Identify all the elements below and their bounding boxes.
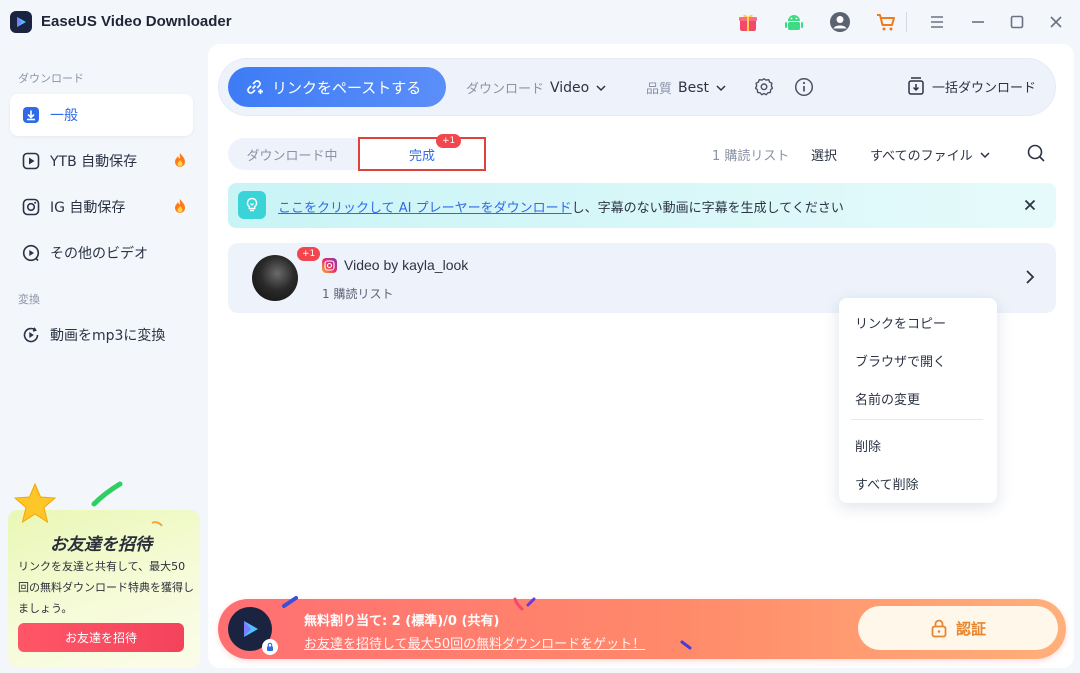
tab-completed[interactable]: 完成 [358,137,486,171]
info-icon[interactable] [792,75,816,99]
main-panel: リンクをペーストする ダウンロード Video 品質 Best 一括ダウンロード… [208,44,1074,668]
menu-item-delete-all[interactable]: すべて削除 [855,474,919,493]
batch-download-button[interactable]: 一括ダウンロード [906,76,1036,96]
lock-icon [262,639,278,655]
item-count-badge: +1 [297,247,321,261]
sidebar-item-label: その他のビデオ [50,246,148,262]
confetti-icon [282,596,298,608]
quota-bar: 無料割り当て: 2 (標準)/0 (共有) お友達を招待して最大50回の無料ダウ… [218,596,1066,659]
sidebar: ダウンロード 一般 YTB 自動保存 IG 自動保存 その他のビデオ 変換 動画… [0,44,208,673]
quality-label: 品質 [646,82,673,97]
download-icon [22,106,40,124]
menu-divider [851,419,983,420]
chevron-right-icon[interactable] [1024,269,1036,285]
quality-value: Best [678,79,710,96]
sidebar-item-other-videos[interactable]: その他のビデオ [10,232,193,274]
chevron-down-icon [716,84,726,91]
download-type-label: ダウンロード [466,82,545,97]
item-subtitle: 1 購読リスト [322,287,394,301]
instagram-icon [22,198,40,216]
title-separator [906,12,907,32]
banner-text-rest: し、字幕のない動画に字幕を生成してください [571,201,844,216]
invite-reward-link[interactable]: お友達を招待して最大50回の無料ダウンロードをゲット！ [304,633,645,652]
youtube-icon [22,152,40,170]
file-filter-dropdown[interactable]: すべてのファイル [870,145,991,164]
sidebar-section-download: ダウンロード [18,72,84,85]
confetti-icon [91,481,123,507]
invite-card: お友達を招待 リンクを友達と共有して、最大50回の無料ダウンロード特典を獲得しま… [8,481,200,668]
completed-count-badge: +1 [436,134,462,148]
confetti-icon [680,640,692,650]
sidebar-item-label: IG 自動保存 [50,200,126,216]
tab-downloading[interactable]: ダウンロード中 [228,138,356,170]
batch-download-icon [906,76,926,96]
fire-icon [173,198,187,218]
sidebar-item-ytb-autosave[interactable]: YTB 自動保存 [10,140,193,182]
link-add-icon [244,77,264,97]
gift-icon[interactable] [736,10,760,34]
app-logo-icon [10,11,32,33]
sidebar-section-convert: 変換 [18,293,40,306]
cart-icon[interactable] [874,10,898,34]
invite-title: お友達を招待 [50,535,152,555]
context-menu: リンクをコピー ブラウザで開く 名前の変更 削除 すべて削除 [839,298,997,503]
paste-link-label: リンクをペーストする [272,78,422,97]
settings-gear-icon[interactable] [752,75,776,99]
avatar [252,255,298,301]
quota-text: 無料割り当て: 2 (標準)/0 (共有) [304,614,500,629]
subscription-list-count: 1 購読リスト [712,149,790,164]
ai-player-banner: ここをクリックして AI プレーヤーをダウンロードし、字幕のない動画に字幕を生成… [228,183,1056,228]
star-icon [13,482,57,524]
batch-download-label: 一括ダウンロード [932,80,1037,96]
convert-icon [22,326,40,344]
confetti-icon [513,597,536,611]
confetti-icon [151,521,163,527]
app-title: EaseUS Video Downloader [41,13,232,30]
sidebar-item-general[interactable]: 一般 [10,94,193,136]
item-title: Video by kayla_look [344,257,469,273]
paste-link-button[interactable]: リンクをペーストする [228,67,446,107]
menu-item-rename[interactable]: 名前の変更 [855,389,920,408]
lock-icon [930,618,948,638]
banner-close-icon[interactable] [1022,197,1038,213]
instagram-icon [322,258,337,273]
account-icon[interactable] [828,10,852,34]
banner-text: ここをクリックして AI プレーヤーをダウンロードし、字幕のない動画に字幕を生成… [278,197,844,216]
sidebar-item-ig-autosave[interactable]: IG 自動保存 [10,186,193,228]
file-filter-label: すべてのファイル [870,149,973,164]
menu-icon[interactable] [925,10,949,34]
invite-text: リンクを友達と共有して、最大50回の無料ダウンロード特典を獲得しましょう。 [18,560,194,615]
minimize-icon[interactable] [966,10,990,34]
sidebar-item-label: YTB 自動保存 [50,154,138,170]
menu-item-delete[interactable]: 削除 [855,436,881,455]
sidebar-item-label: 動画をmp3に変換 [50,328,166,344]
video-icon [22,244,40,262]
download-type-dropdown[interactable]: ダウンロード Video [466,78,607,97]
select-button[interactable]: 選択 [811,145,837,164]
toolbar: リンクをペーストする ダウンロード Video 品質 Best 一括ダウンロード [218,58,1056,116]
chevron-down-icon [979,149,991,161]
invite-friends-button[interactable]: お友達を招待 [18,623,184,652]
fire-icon [173,152,187,172]
download-type-value: Video [550,79,590,96]
menu-item-open-browser[interactable]: ブラウザで開く [855,351,946,370]
search-icon[interactable] [1024,141,1048,165]
close-icon[interactable] [1044,10,1068,34]
verify-label: 認証 [955,619,986,638]
sidebar-item-label: 一般 [50,108,78,124]
android-icon[interactable] [782,10,806,34]
quality-dropdown[interactable]: 品質 Best [646,78,727,97]
sidebar-item-mp3-convert[interactable]: 動画をmp3に変換 [10,314,193,356]
ai-player-download-link[interactable]: ここをクリックして AI プレーヤーをダウンロード [278,201,572,216]
menu-item-copy-link[interactable]: リンクをコピー [855,313,946,332]
verify-button[interactable]: 認証 [858,606,1058,650]
maximize-icon[interactable] [1005,10,1029,34]
lightbulb-icon [238,191,266,219]
chevron-down-icon [596,84,606,91]
title-bar: EaseUS Video Downloader [0,0,1080,44]
